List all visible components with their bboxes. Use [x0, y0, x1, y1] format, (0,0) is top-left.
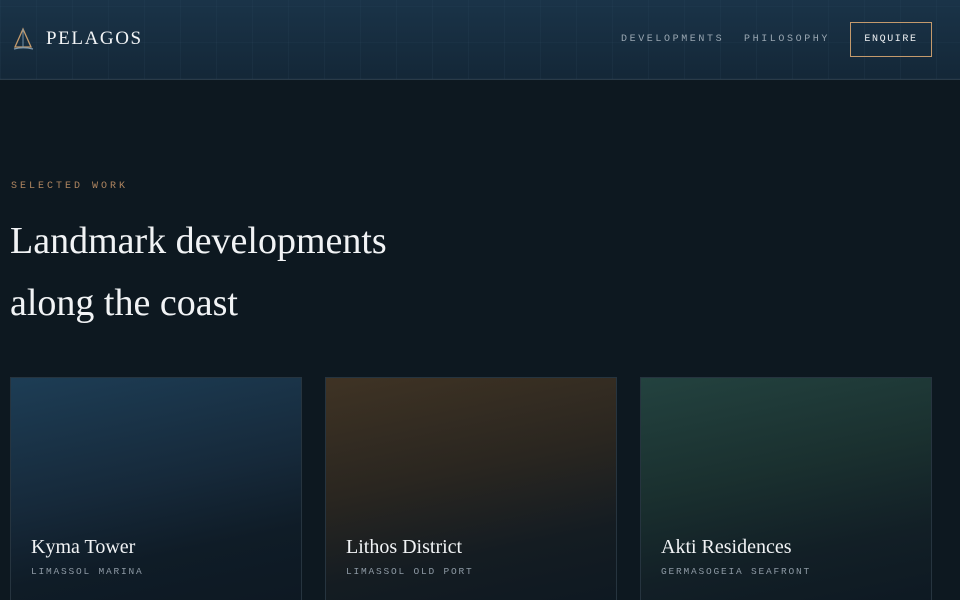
project-location: LIMASSOL OLD PORT [346, 566, 474, 577]
brand-name: PELAGOS [46, 28, 143, 49]
project-title: Lithos District [346, 536, 463, 558]
nav-link-developments[interactable]: DEVELOPMENTS [621, 33, 724, 47]
project-card-akti-residences[interactable]: Akti Residences GERMASOGEIA SEAFRONT [640, 377, 932, 600]
site-header: PELAGOS DEVELOPMENTS PHILOSOPHY ENQUIRE [0, 0, 960, 80]
project-location: GERMASOGEIA SEAFRONT [661, 566, 812, 577]
sail-triangle-icon [13, 27, 34, 50]
brand-logo[interactable]: PELAGOS [12, 27, 143, 51]
headline-line-1: Landmark developments [10, 220, 387, 262]
project-title: Akti Residences [661, 536, 792, 558]
nav-link-philosophy[interactable]: PHILOSOPHY [744, 33, 830, 47]
page-headline: Landmark developments along the coast [10, 210, 387, 334]
headline-line-2: along the coast [10, 282, 238, 324]
project-card-kyma-tower[interactable]: Kyma Tower LIMASSOL MARINA [10, 377, 302, 600]
section-eyebrow: SELECTED WORK [11, 181, 129, 192]
project-card-lithos-district[interactable]: Lithos District LIMASSOL OLD PORT [325, 377, 617, 600]
enquire-button[interactable]: ENQUIRE [850, 22, 932, 57]
project-title: Kyma Tower [31, 536, 136, 558]
project-location: LIMASSOL MARINA [31, 566, 144, 577]
